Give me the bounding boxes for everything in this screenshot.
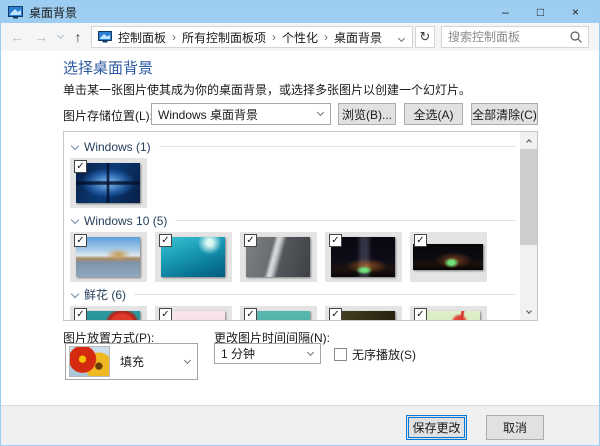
history-dropdown-icon[interactable] (53, 23, 67, 51)
wallpaper-thumbnail-underwater[interactable]: ✓ (155, 232, 232, 282)
page-subtitle: 单击某一张图片使其成为你的桌面背景，或选择多张图片以创建一个幻灯片。 (63, 83, 472, 97)
group-header[interactable]: Windows 10 (5) (70, 211, 518, 230)
close-button[interactable]: × (558, 1, 593, 23)
breadcrumb-item[interactable]: 控制面板 (116, 29, 168, 46)
group-divider (158, 146, 516, 147)
wallpaper-checkbox[interactable]: ✓ (159, 234, 172, 247)
cancel-button[interactable]: 取消 (486, 415, 544, 440)
wallpaper-checkbox[interactable]: ✓ (414, 308, 427, 320)
window-controls: – □ × (488, 1, 593, 23)
minimize-button[interactable]: – (488, 1, 523, 23)
wallpaper-list: Windows (1) ✓ Windows 10 (5) ✓ ✓ ✓ ✓ ✓ 鲜花 (6) ✓ ✓ ✓… (63, 131, 538, 321)
breadcrumb-separator-icon: › (324, 30, 329, 44)
wallpaper-image-night-panorama (413, 244, 483, 270)
wallpaper-thumbnail-cliff[interactable]: ✓ (240, 232, 317, 282)
scrollbar-thumb[interactable] (520, 149, 537, 245)
clear-all-button[interactable]: 全部清除(C) (471, 103, 538, 125)
collapse-chevron-icon (70, 289, 80, 298)
scroll-down-icon[interactable] (520, 303, 537, 320)
location-icon (98, 31, 112, 43)
group-title: Windows (1) (84, 139, 151, 154)
select-all-button[interactable]: 全选(A) (404, 103, 463, 125)
search-input[interactable] (442, 30, 568, 44)
wallpaper-thumbnail-night-tent[interactable]: ✓ (325, 232, 402, 282)
chevron-down-icon (183, 356, 192, 364)
wallpaper-checkbox[interactable]: ✓ (159, 308, 172, 320)
navigation-toolbar: ← → ↑ 控制面板 › 所有控制面板项 › 个性化 › 桌面背景 ↻ (1, 23, 599, 51)
back-button-icon[interactable]: ← (5, 23, 29, 51)
breadcrumb: 控制面板 › 所有控制面板项 › 个性化 › 桌面背景 (116, 29, 395, 46)
address-dropdown-icon[interactable] (395, 28, 408, 46)
refresh-button[interactable]: ↻ (415, 26, 435, 48)
wallpaper-gallery: Windows (1) ✓ Windows 10 (5) ✓ ✓ ✓ ✓ ✓ 鲜花 (6) ✓ ✓ ✓… (64, 132, 520, 320)
wallpaper-checkbox[interactable]: ✓ (329, 234, 342, 247)
wallpaper-thumbnail-beach[interactable]: ✓ (70, 232, 147, 282)
collapse-chevron-icon (70, 215, 80, 224)
wallpaper-checkbox[interactable]: ✓ (244, 234, 257, 247)
forward-button-icon[interactable]: → (29, 23, 53, 51)
wallpaper-checkbox[interactable]: ✓ (414, 234, 427, 247)
tile-row: ✓ ✓ ✓ ✓ ✓ (70, 232, 520, 282)
change-interval-value: 1 分钟 (221, 347, 256, 361)
group-title: Windows 10 (5) (84, 213, 168, 228)
group-divider (175, 220, 516, 221)
wallpaper-checkbox[interactable]: ✓ (74, 308, 87, 320)
titlebar: 桌面背景 – □ × (1, 1, 599, 23)
desktop-background-app-icon (8, 5, 23, 19)
wallpaper-checkbox[interactable]: ✓ (74, 160, 87, 173)
tile-row: ✓ ✓ ✓ ✓ ✓ (70, 306, 520, 320)
wallpaper-thumbnail-flower-koi[interactable]: ✓ (70, 306, 147, 320)
wallpaper-checkbox[interactable]: ✓ (244, 308, 257, 320)
desktop-background-window: 桌面背景 – □ × ← → ↑ 控制面板 › 所有控制面板项 › 个性化 › 桌面背景 ↻ (0, 0, 600, 446)
picture-location-select[interactable]: Windows 桌面背景 (151, 103, 331, 125)
wallpaper-thumbnail-flower-petals[interactable]: ✓ (155, 306, 232, 320)
up-button-icon[interactable]: ↑ (67, 23, 89, 51)
search-box (441, 26, 589, 48)
breadcrumb-item[interactable]: 个性化 (280, 29, 320, 46)
wallpaper-checkbox[interactable]: ✓ (74, 234, 87, 247)
search-icon[interactable] (568, 29, 584, 45)
wallpaper-checkbox[interactable]: ✓ (329, 308, 342, 320)
scroll-up-icon[interactable] (520, 132, 537, 149)
group-divider (134, 294, 516, 295)
tile-row: ✓ (70, 158, 520, 208)
shuffle-checkbox[interactable] (334, 348, 347, 361)
maximize-button[interactable]: □ (523, 1, 558, 23)
picture-position-preview (69, 346, 110, 377)
main-content: 选择桌面背景 单击某一张图片使其成为你的桌面背景，或选择多张图片以创建一个幻灯片… (1, 51, 599, 405)
chevron-down-icon (316, 108, 325, 117)
breadcrumb-separator-icon: › (172, 30, 177, 44)
group-header[interactable]: Windows (1) (70, 137, 518, 156)
wallpaper-thumbnail-flower-poppy[interactable]: ✓ (410, 306, 487, 320)
wallpaper-thumbnail-flower-dark[interactable]: ✓ (325, 306, 402, 320)
breadcrumb-separator-icon: › (272, 30, 277, 44)
breadcrumb-item[interactable]: 所有控制面板项 (180, 29, 268, 46)
change-interval-select[interactable]: 1 分钟 (214, 343, 321, 364)
shuffle-label: 无序播放(S) (352, 348, 416, 362)
picture-location-label: 图片存储位置(L): (63, 109, 154, 123)
collapse-chevron-icon (70, 141, 80, 150)
shuffle-option: 无序播放(S) (334, 346, 416, 363)
footer-bar: 保存更改 取消 (1, 405, 599, 445)
wallpaper-thumbnail-flower-teal[interactable]: ✓ (240, 306, 317, 320)
chevron-down-icon (306, 348, 315, 356)
breadcrumb-item[interactable]: 桌面背景 (332, 29, 384, 46)
wallpaper-thumbnail-night-panorama[interactable]: ✓ (410, 232, 487, 282)
browse-button[interactable]: 浏览(B)... (338, 103, 396, 125)
picture-location-value: Windows 桌面背景 (158, 107, 259, 122)
refresh-icon: ↻ (419, 29, 431, 44)
vertical-scrollbar[interactable] (520, 132, 537, 320)
window-title: 桌面背景 (29, 5, 78, 20)
page-title: 选择桌面背景 (63, 60, 154, 77)
save-changes-button[interactable]: 保存更改 (406, 415, 467, 440)
picture-position-select[interactable]: 填充 (65, 343, 198, 380)
wallpaper-thumbnail-windows-hero[interactable]: ✓ (70, 158, 147, 208)
picture-position-value: 填充 (120, 355, 145, 369)
group-header[interactable]: 鲜花 (6) (70, 285, 518, 304)
address-bar[interactable]: 控制面板 › 所有控制面板项 › 个性化 › 桌面背景 (91, 26, 413, 48)
group-title: 鲜花 (6) (84, 288, 127, 302)
